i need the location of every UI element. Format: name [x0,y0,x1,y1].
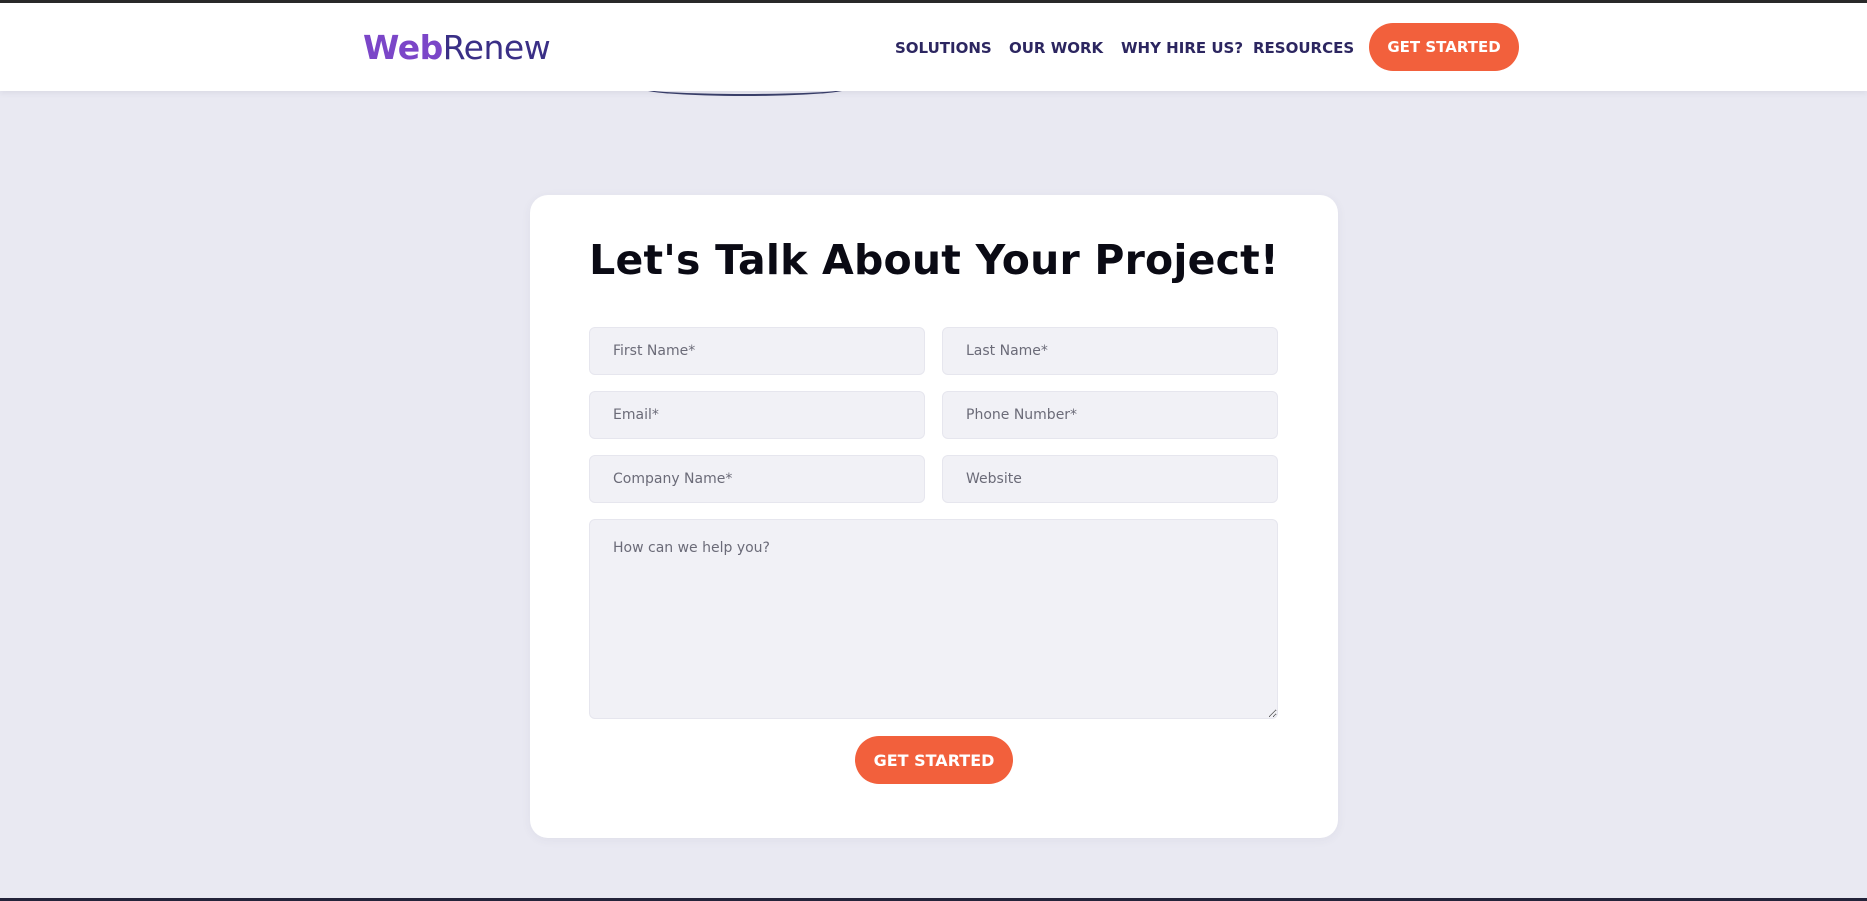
message-textarea[interactable] [589,519,1278,719]
company-name-field[interactable] [589,455,925,503]
phone-number-field[interactable] [942,391,1278,439]
site-header: WebRenew SOLUTIONS OUR WORK WHY HIRE US?… [0,3,1867,91]
contact-form-card: Let's Talk About Your Project! GET START… [530,195,1338,838]
nav-item-our-work[interactable]: OUR WORK [1009,39,1103,57]
header-get-started-button[interactable]: GET STARTED [1369,23,1519,71]
nav-item-why-hire-us[interactable]: WHY HIRE US? [1121,39,1243,57]
last-name-field[interactable] [942,327,1278,375]
logo-web-text: Web [363,28,443,67]
form-title: Let's Talk About Your Project! [589,236,1279,284]
nav-item-resources[interactable]: RESOURCES [1253,39,1354,57]
logo-renew-text: Renew [442,28,551,67]
logo[interactable]: WebRenew [363,28,551,67]
nav-item-solutions[interactable]: SOLUTIONS [895,39,992,57]
website-field[interactable] [942,455,1278,503]
first-name-field[interactable] [589,327,925,375]
submit-get-started-button[interactable]: GET STARTED [855,736,1013,784]
email-field[interactable] [589,391,925,439]
